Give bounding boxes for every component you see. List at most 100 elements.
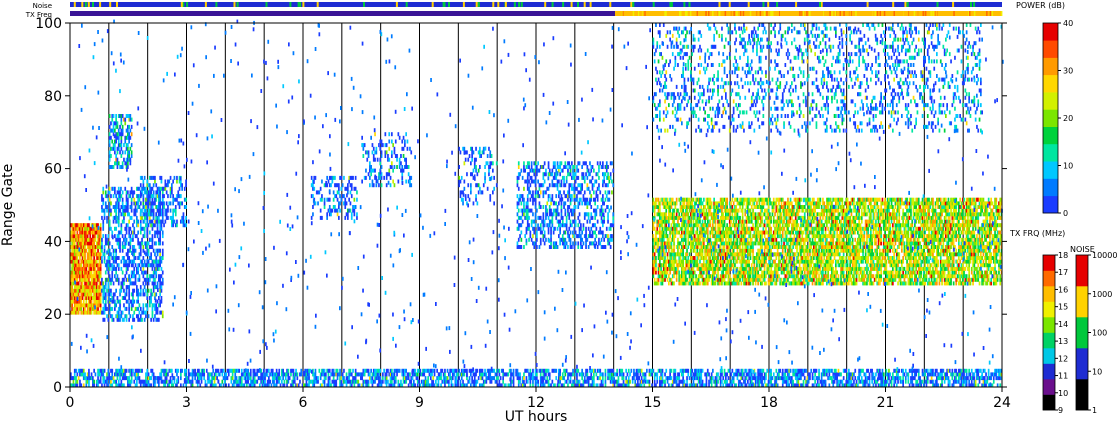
echo-cell xyxy=(719,245,722,249)
echo-cell xyxy=(141,241,143,246)
echo-cell xyxy=(152,183,155,188)
echo-cell xyxy=(77,259,80,264)
echo-cell xyxy=(152,248,155,253)
echo-cell xyxy=(141,215,143,220)
echo-cell xyxy=(107,234,110,239)
echo-cell xyxy=(587,168,590,173)
echo-cell xyxy=(574,241,577,246)
echo-cell xyxy=(401,172,404,177)
echo-cell xyxy=(555,215,558,220)
echo-cell xyxy=(80,299,83,304)
echo-cell xyxy=(723,245,726,249)
echo-cell xyxy=(770,226,772,231)
echo-cell xyxy=(737,208,740,213)
echo-cell xyxy=(159,237,161,242)
echo-cell xyxy=(124,139,127,144)
echo-cell xyxy=(611,234,613,239)
echo-cell xyxy=(171,186,173,191)
echo-cell xyxy=(132,234,134,239)
echo-cell xyxy=(677,266,679,271)
echo-cell xyxy=(127,190,129,195)
noise-bar-mark xyxy=(819,2,821,7)
echo-cell xyxy=(775,237,778,242)
echo-cell xyxy=(127,223,129,228)
echo-cell xyxy=(703,241,705,246)
echo-cell xyxy=(736,248,739,253)
echo-cell xyxy=(145,270,147,275)
echo-cell xyxy=(745,223,748,228)
echo-cell xyxy=(542,215,545,220)
echo-cell xyxy=(709,219,712,224)
echo-cell xyxy=(767,208,770,213)
echo-cell xyxy=(595,212,598,217)
echo-cell xyxy=(389,183,392,188)
echo-cell xyxy=(568,190,571,195)
echo-cell xyxy=(594,197,596,202)
echo-cell xyxy=(459,150,462,155)
echo-cell xyxy=(726,205,728,209)
echo-cell xyxy=(174,208,177,213)
echo-cell xyxy=(128,154,130,158)
txfreq-bar-mark xyxy=(639,11,641,16)
echo-cell xyxy=(556,161,559,166)
echo-cell xyxy=(484,179,486,184)
txfreq-bar-mark xyxy=(803,11,806,16)
echo-cell xyxy=(176,223,178,228)
echo-cell xyxy=(737,281,740,286)
echo-cell xyxy=(706,230,709,235)
echo-cell xyxy=(321,194,323,199)
echo-cell xyxy=(543,219,546,224)
echo-cell xyxy=(581,186,583,191)
echo-cell xyxy=(101,259,103,264)
echo-cell xyxy=(686,208,688,213)
echo-cell xyxy=(684,266,687,271)
echo-cell xyxy=(593,168,595,173)
echo-cell xyxy=(488,146,490,151)
echo-cell xyxy=(160,175,163,180)
noise-bar-mark xyxy=(952,2,955,7)
echo-cell xyxy=(119,208,121,213)
echo-cell xyxy=(130,143,133,148)
echo-cell xyxy=(565,179,568,184)
echo-cell xyxy=(693,234,696,239)
echo-cell xyxy=(137,296,139,300)
echo-cell xyxy=(529,234,532,239)
echo-cell xyxy=(758,256,761,260)
noise-bar-mark xyxy=(688,2,691,7)
echo-cell xyxy=(139,266,142,271)
echo-cell xyxy=(132,223,134,228)
echo-cell xyxy=(121,197,124,202)
echo-cell xyxy=(143,259,146,264)
echo-cell xyxy=(523,245,525,249)
echo-cell xyxy=(539,190,542,195)
echo-cell xyxy=(114,234,116,239)
echo-cell xyxy=(495,161,498,166)
echo-cell xyxy=(523,201,525,206)
echo-cell xyxy=(524,168,526,173)
echo-cell xyxy=(332,197,335,202)
echo-cell xyxy=(115,226,117,231)
txfreq-bar-mark xyxy=(705,11,707,16)
echo-cell xyxy=(551,223,554,228)
echo-cell xyxy=(657,197,660,202)
echo-cell xyxy=(137,266,139,271)
echo-cell xyxy=(336,212,339,217)
echo-cell xyxy=(516,194,519,199)
echo-cell xyxy=(696,248,699,253)
echo-cell xyxy=(129,146,132,151)
noise-bar-mark xyxy=(477,2,480,7)
echo-cell xyxy=(703,197,705,202)
echo-cell xyxy=(106,194,108,199)
echo-cell xyxy=(686,277,688,282)
echo-cell xyxy=(787,241,789,246)
echo-cell xyxy=(712,263,714,268)
echo-cell xyxy=(152,215,155,220)
echo-cell xyxy=(151,266,154,271)
echo-cell xyxy=(321,197,323,202)
echo-cell xyxy=(548,168,551,173)
echo-cell xyxy=(152,274,155,279)
echo-cell xyxy=(528,172,530,177)
echo-cell xyxy=(554,161,556,166)
txfreq-bar-mark xyxy=(733,11,735,16)
echo-cell xyxy=(757,270,759,275)
